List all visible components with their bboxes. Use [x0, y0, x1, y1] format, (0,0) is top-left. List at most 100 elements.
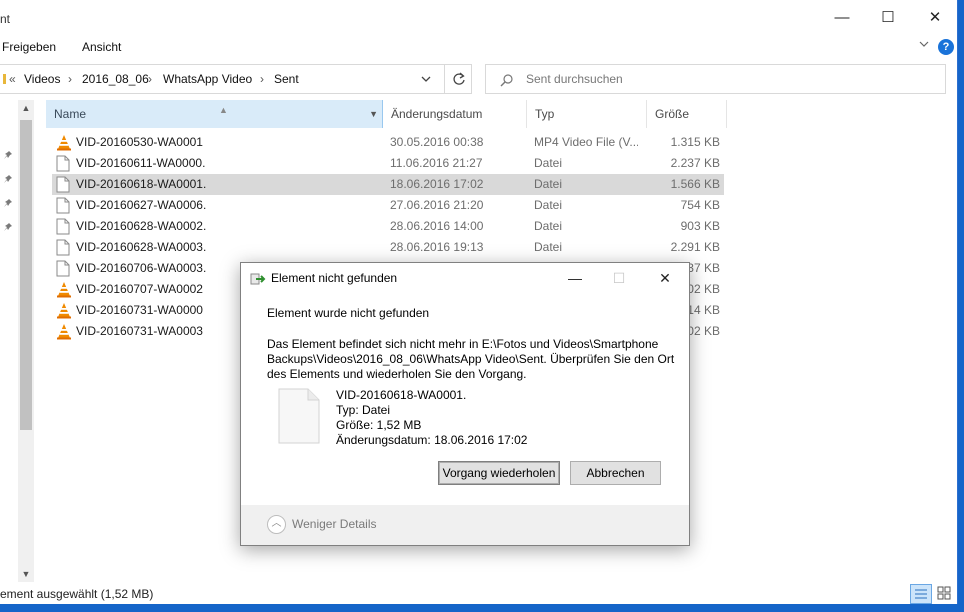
status-bar: ement ausgewählt (1,52 MB) — [0, 584, 958, 604]
fewer-details-toggle[interactable]: Weniger Details — [292, 517, 376, 531]
file-info-date: Änderungsdatum: 18.06.2016 17:02 — [336, 433, 528, 447]
cancel-button[interactable]: Abbrechen — [570, 461, 661, 485]
address-overflow[interactable]: « — [9, 72, 16, 86]
vlc-icon — [56, 134, 72, 151]
search-placeholder: Sent durchsuchen — [526, 72, 623, 86]
file-name: VID-20160628-WA0003. — [76, 240, 207, 254]
vlc-icon — [56, 323, 72, 340]
dialog-message: Das Element befindet sich nicht mehr in … — [267, 337, 675, 381]
folder-icon — [3, 72, 7, 89]
search-input[interactable]: Sent durchsuchen — [485, 64, 946, 94]
dialog-body: Element wurde nicht gefunden Das Element… — [241, 293, 689, 505]
file-name: VID-20160530-WA0001 — [76, 135, 203, 149]
file-info: VID-20160618-WA0001. Typ: Datei Größe: 1… — [336, 388, 527, 448]
file-row[interactable]: VID-20160611-WA0000. 11.06.2016 21:27 Date… — [52, 153, 724, 174]
tiles-view-icon[interactable] — [934, 584, 956, 604]
column-size-label: Größe — [655, 107, 690, 121]
file-date: 28.06.2016 19:13 — [390, 240, 484, 254]
column-header: ▲ Name ▼ Änderungsdatum Typ Größe — [38, 100, 738, 128]
file-row[interactable]: VID-20160618-WA0001. 18.06.2016 17:02 Date… — [52, 174, 724, 195]
status-text: ement ausgewählt (1,52 MB) — [0, 587, 154, 601]
help-button[interactable]: ? — [938, 39, 954, 55]
file-row[interactable]: VID-20160627-WA0006. 27.06.2016 21:20 Date… — [52, 195, 724, 216]
ribbon-tabs: Freigeben Ansicht ? — [0, 36, 958, 58]
maximize-button[interactable]: ☐ — [878, 8, 898, 28]
file-name: VID-20160628-WA0002. — [76, 219, 207, 233]
file-size: 754 KB — [680, 198, 720, 212]
dialog-minimize-button[interactable]: — — [565, 268, 585, 288]
file-icon — [56, 260, 72, 277]
dialog-title: Element nicht gefunden — [271, 271, 398, 285]
file-date: 18.06.2016 17:02 — [390, 177, 484, 191]
nav-scrollbar[interactable]: ▲ ▼ — [18, 100, 34, 582]
file-icon — [56, 239, 72, 256]
dialog-title-bar[interactable]: Element nicht gefunden — ☐ ✕ — [241, 263, 689, 293]
sort-ascending-icon: ▲ — [219, 105, 228, 115]
column-filter-chevron-icon[interactable]: ▼ — [369, 100, 378, 128]
pin-icon[interactable] — [3, 222, 15, 234]
file-name: VID-20160611-WA0000. — [76, 156, 206, 170]
breadcrumb-whatsapp-video[interactable]: WhatsApp Video — [163, 72, 252, 86]
refresh-icon[interactable] — [444, 65, 472, 93]
file-row[interactable]: VID-20160628-WA0003. 28.06.2016 19:13 Date… — [52, 237, 724, 258]
breadcrumb-separator-icon[interactable]: › — [68, 72, 72, 86]
breadcrumb-separator-icon[interactable]: › — [260, 72, 264, 86]
file-date: 28.06.2016 14:00 — [390, 219, 484, 233]
file-date: 27.06.2016 21:20 — [390, 198, 484, 212]
breadcrumb-separator-icon[interactable]: › — [148, 72, 152, 86]
search-icon — [500, 73, 514, 87]
file-size: 1.315 KB — [670, 135, 720, 149]
column-size[interactable]: Größe — [647, 100, 727, 128]
details-view-icon[interactable] — [910, 584, 932, 604]
file-size: 2.237 KB — [670, 156, 720, 170]
column-type[interactable]: Typ — [527, 100, 647, 128]
scrollbar-thumb[interactable] — [20, 120, 32, 430]
file-date: 30.05.2016 00:38 — [390, 135, 484, 149]
window-title: nt — [0, 12, 11, 26]
file-row[interactable]: VID-20160628-WA0002. 28.06.2016 14:00 Date… — [52, 216, 724, 237]
file-icon — [278, 388, 320, 444]
file-info-size: Größe: 1,52 MB — [336, 418, 422, 432]
column-type-label: Typ — [535, 107, 555, 121]
breadcrumb-2016-08-06[interactable]: 2016_08_06 — [82, 72, 149, 86]
file-type: Datei — [534, 198, 563, 212]
file-type: Datei — [534, 219, 563, 233]
file-move-icon — [250, 272, 266, 286]
file-icon — [56, 197, 72, 214]
file-type: MP4 Video File (V... — [534, 135, 638, 149]
close-button[interactable]: ✕ — [925, 8, 945, 28]
tab-ansicht[interactable]: Ansicht — [82, 40, 121, 54]
collapse-chevron-icon[interactable]: ︿ — [267, 515, 286, 534]
dialog-close-button[interactable]: ✕ — [655, 268, 675, 288]
minimize-button[interactable]: — — [832, 8, 852, 28]
dialog-maximize-button: ☐ — [612, 270, 626, 286]
pin-icon[interactable] — [3, 174, 15, 186]
file-name: VID-20160618-WA0001. — [76, 177, 207, 191]
scroll-down-icon[interactable]: ▼ — [18, 566, 34, 582]
file-type: Datei — [534, 240, 563, 254]
file-icon — [56, 218, 72, 235]
file-size: 1.566 KB — [670, 177, 720, 191]
column-name-label: Name — [54, 107, 87, 121]
scroll-up-icon[interactable]: ▲ — [18, 100, 34, 116]
ribbon-expand-chevron-icon[interactable] — [918, 38, 932, 52]
title-bar[interactable]: nt — ☐ ✕ — [0, 0, 958, 36]
file-date: 11.06.2016 21:27 — [390, 156, 483, 170]
file-info-type: Typ: Datei — [336, 403, 391, 417]
breadcrumb-videos[interactable]: Videos — [24, 72, 60, 86]
file-type: Datei — [534, 177, 563, 191]
address-bar[interactable]: « Videos › 2016_08_06 › WhatsApp Video ›… — [0, 64, 472, 94]
retry-button[interactable]: Vorgang wiederholen — [438, 461, 560, 485]
column-name[interactable]: ▲ Name ▼ — [46, 100, 383, 128]
file-size: 2.291 KB — [670, 240, 720, 254]
file-icon — [56, 176, 72, 193]
address-history-chevron-icon[interactable] — [420, 71, 434, 87]
breadcrumb-sent[interactable]: Sent — [274, 72, 299, 86]
pin-icon[interactable] — [3, 198, 15, 210]
file-row[interactable]: VID-20160530-WA0001 30.05.2016 00:38 MP4 V… — [52, 132, 724, 153]
dialog-heading: Element wurde nicht gefunden — [267, 306, 430, 320]
column-date[interactable]: Änderungsdatum — [383, 100, 527, 128]
column-date-label: Änderungsdatum — [391, 107, 483, 121]
pin-icon[interactable] — [3, 150, 15, 162]
tab-freigeben[interactable]: Freigeben — [2, 40, 56, 54]
